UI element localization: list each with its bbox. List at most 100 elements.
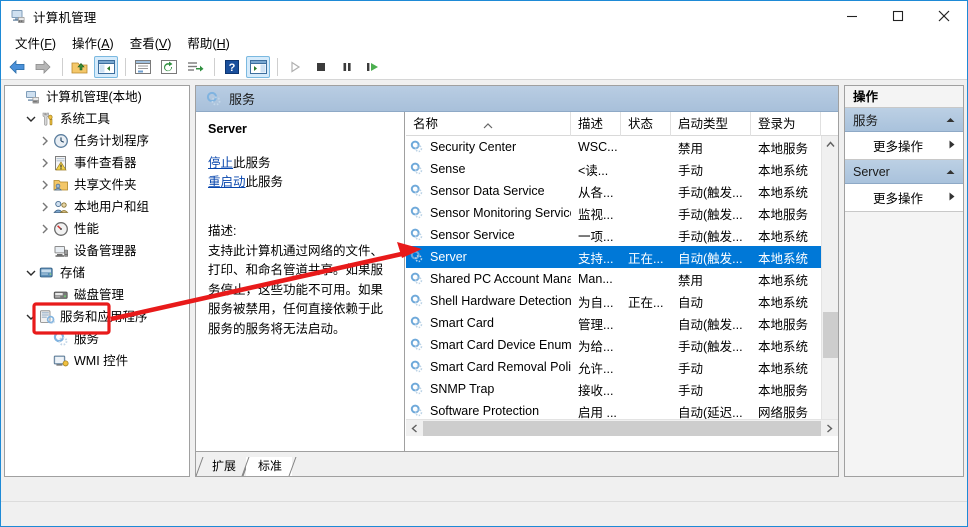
actions-group-header-server[interactable]: Server	[845, 160, 963, 184]
service-gear-icon	[410, 404, 427, 419]
tree-node-11[interactable]: 服务	[5, 328, 189, 350]
tree-node-12[interactable]: WMI 控件	[5, 350, 189, 372]
chevron-up-icon[interactable]	[946, 115, 955, 125]
table-row[interactable]: Sensor Monitoring Service 监视... 手动(触发... 本地…	[406, 202, 821, 224]
table-row[interactable]: Shared PC Account Mana... Man... 禁用 本地系统	[406, 268, 821, 290]
table-row[interactable]: Smart Card Removal Poli... 允许... 手动 本地系统	[406, 356, 821, 378]
tree-node-4[interactable]: 共享文件夹	[5, 174, 189, 196]
cell-startup-type: 自动	[678, 295, 704, 310]
actions-group-header-services[interactable]: 服务	[845, 108, 963, 132]
menu-file[interactable]: 文件(F)	[7, 31, 64, 54]
performance-icon	[53, 221, 71, 237]
scroll-right-icon[interactable]	[821, 420, 838, 437]
tab-extended[interactable]: 扩展	[196, 457, 251, 476]
tree-node-1[interactable]: 系统工具	[5, 108, 189, 130]
console-tree[interactable]: 计算机管理(本地) 系统工具 任务计划程序事件查看器共享文件夹 本地用户和组 性能 设备管…	[4, 85, 190, 477]
service-gear-icon	[410, 294, 427, 309]
properties-icon[interactable]	[131, 56, 155, 78]
chevron-down-icon[interactable]	[23, 262, 39, 284]
horizontal-scroll-thumb[interactable]	[423, 420, 821, 436]
more-actions-services[interactable]: 更多操作	[845, 132, 963, 159]
service-name-label: Server	[430, 250, 467, 264]
window-title: 计算机管理	[33, 10, 97, 25]
tree-node-label: 事件查看器	[74, 156, 137, 170]
back-icon[interactable]	[5, 56, 29, 78]
chevron-right-icon[interactable]	[37, 152, 53, 174]
service-name-label: Sense	[430, 162, 466, 176]
description-text: 支持此计算机通过网络的文件、打印、和命名管道共享。如果服务停止，这些功能不可用。…	[208, 243, 384, 336]
table-row[interactable]: Security Center WSC... 禁用 本地服务	[406, 136, 821, 158]
column-header-3[interactable]: 启动类型	[671, 112, 751, 136]
up-folder-icon[interactable]	[68, 56, 92, 78]
tree-node-0[interactable]: 计算机管理(本地)	[5, 86, 189, 108]
forward-icon[interactable]	[31, 56, 55, 78]
pause-service-icon[interactable]	[335, 56, 359, 78]
tree-node-list: 计算机管理(本地) 系统工具 任务计划程序事件查看器共享文件夹 本地用户和组 性能 设备管…	[5, 86, 189, 372]
maximize-button[interactable]	[875, 1, 921, 31]
menu-view[interactable]: 查看(V)	[122, 31, 180, 54]
chevron-right-icon[interactable]	[37, 196, 53, 218]
tree-node-7[interactable]: 设备管理器	[5, 240, 189, 262]
scroll-up-icon[interactable]	[822, 136, 838, 153]
column-header-4[interactable]: 登录为	[751, 112, 821, 136]
vertical-scroll-thumb[interactable]	[823, 312, 838, 358]
menu-file-label: 文件	[15, 37, 41, 51]
table-row[interactable]: Sensor Service 一项... 手动(触发... 本地系统	[406, 224, 821, 246]
chevron-down-icon[interactable]	[23, 306, 39, 328]
cell-description: 为自...	[578, 295, 614, 310]
chevron-right-icon[interactable]	[37, 218, 53, 240]
minimize-button[interactable]	[829, 1, 875, 31]
services-list[interactable]: 名称 描述 状态 启动类型 登录为 Security Center WSC... 禁用 本地服…	[406, 112, 838, 452]
close-button[interactable]	[921, 1, 967, 31]
table-row[interactable]: Smart Card Device Enum... 为给... 手动(触发... 本地…	[406, 334, 821, 356]
menu-help[interactable]: 帮助(H)	[179, 31, 237, 54]
more-actions-server[interactable]: 更多操作	[845, 184, 963, 211]
table-row[interactable]: Sensor Data Service 从各... 手动(触发... 本地系统	[406, 180, 821, 202]
show-action-pane-icon[interactable]	[246, 55, 270, 78]
submenu-arrow-icon[interactable]	[949, 140, 955, 151]
start-service-icon[interactable]	[283, 56, 307, 78]
tree-node-2[interactable]: 任务计划程序	[5, 130, 189, 152]
table-row[interactable]: Shell Hardware Detection 为自... 正在... 自动 本地系统	[406, 290, 821, 312]
tree-node-8[interactable]: 存储	[5, 262, 189, 284]
help-icon[interactable]: ?	[220, 56, 244, 78]
tree-node-label: 计算机管理(本地)	[46, 90, 142, 104]
tree-node-9[interactable]: 磁盘管理	[5, 284, 189, 306]
restart-service-link[interactable]: 重启动	[208, 175, 246, 189]
services-pane: 服务 Server 停止此服务 重启动此服务 描述: 支持此计算机通过网络的文件…	[195, 85, 839, 477]
refresh-icon[interactable]	[157, 56, 181, 78]
column-header-0[interactable]: 名称	[406, 112, 571, 136]
tree-node-6[interactable]: 性能	[5, 218, 189, 240]
table-row[interactable]: Sense <读... 手动 本地系统	[406, 158, 821, 180]
menu-action[interactable]: 操作(A)	[64, 31, 122, 54]
export-list-icon[interactable]	[183, 56, 207, 78]
chevron-right-icon[interactable]	[37, 130, 53, 152]
stop-service-link[interactable]: 停止	[208, 156, 233, 170]
restart-service-icon[interactable]	[361, 56, 385, 78]
scroll-left-icon[interactable]	[406, 420, 423, 437]
submenu-arrow-icon[interactable]	[949, 192, 955, 203]
list-vertical-scrollbar[interactable]	[821, 136, 838, 436]
more-actions-server-label: 更多操作	[873, 192, 924, 206]
table-row[interactable]: Smart Card 管理... 自动(触发... 本地服务	[406, 312, 821, 334]
tree-node-10[interactable]: 服务和应用程序	[5, 306, 189, 328]
tree-node-3[interactable]: 事件查看器	[5, 152, 189, 174]
tree-node-5[interactable]: 本地用户和组	[5, 196, 189, 218]
chevron-right-icon[interactable]	[37, 174, 53, 196]
column-header-1[interactable]: 描述	[571, 112, 621, 136]
table-row[interactable]: SNMP Trap 接收... 手动 本地服务	[406, 378, 821, 400]
list-horizontal-scrollbar[interactable]	[406, 419, 838, 436]
cell-name: Smart Card Removal Poli...	[406, 360, 571, 375]
tab-standard[interactable]: 标准	[241, 457, 297, 476]
column-header-2[interactable]: 状态	[621, 112, 671, 136]
stop-service-link-row[interactable]: 停止此服务	[208, 154, 393, 173]
chevron-up-icon[interactable]	[946, 167, 955, 177]
chevron-down-icon[interactable]	[23, 108, 39, 130]
cell-logon-as: 本地系统	[758, 251, 809, 266]
table-row[interactable]: Server 支持... 正在... 自动(触发... 本地系统	[406, 246, 821, 268]
service-gear-icon	[410, 228, 427, 243]
show-hide-tree-icon[interactable]	[94, 55, 118, 78]
restart-service-link-row[interactable]: 重启动此服务	[208, 173, 393, 192]
stop-service-icon[interactable]	[309, 56, 333, 78]
service-name-label: SNMP Trap	[430, 382, 495, 396]
